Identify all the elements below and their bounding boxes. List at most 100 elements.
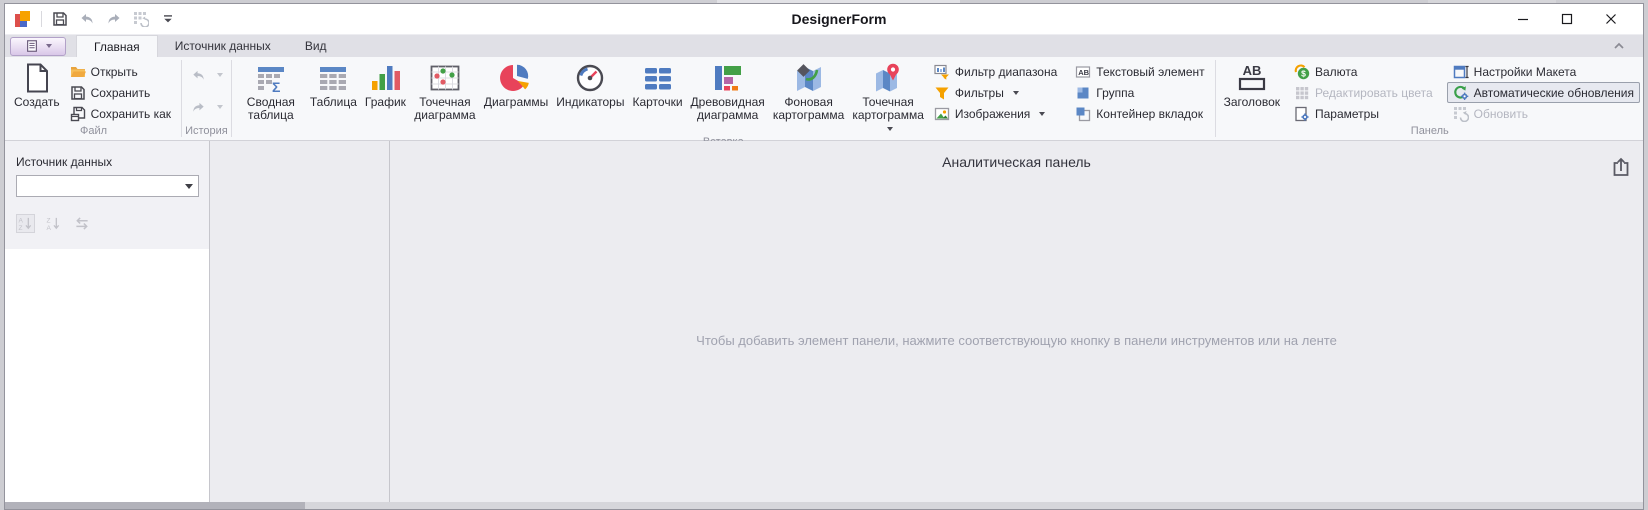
dropdown-arrow-icon bbox=[46, 44, 52, 48]
new-page-icon bbox=[21, 62, 53, 94]
parameters-button[interactable]: Параметры bbox=[1288, 103, 1439, 124]
currency-icon: $ bbox=[1294, 64, 1310, 80]
title-ab-icon: AB bbox=[1236, 62, 1268, 94]
pivot-table-button[interactable]: Σ Сводная таблица bbox=[236, 59, 306, 122]
dropdown-arrow-icon bbox=[217, 105, 223, 109]
ribbon-collapse-button[interactable] bbox=[1609, 38, 1629, 54]
treemap-button[interactable]: Древовидная диаграмма bbox=[687, 59, 769, 122]
document-list-icon bbox=[25, 39, 39, 53]
group-caption-history: История bbox=[183, 124, 230, 140]
scatter-chart-button[interactable]: Точечная диаграмма bbox=[410, 59, 480, 122]
currency-button[interactable]: $ Валюта bbox=[1288, 61, 1439, 82]
undo-icon[interactable] bbox=[78, 10, 96, 28]
title-button[interactable]: AB Заголовок bbox=[1220, 59, 1284, 109]
scatter-chart-icon bbox=[429, 62, 461, 94]
maximize-button[interactable] bbox=[1545, 6, 1589, 32]
geopoint-map-icon bbox=[872, 62, 904, 94]
dropdown-arrow-icon bbox=[1013, 91, 1019, 95]
title-bar: DesignerForm bbox=[5, 4, 1643, 34]
cards-button[interactable]: Карточки bbox=[628, 59, 686, 109]
auto-update-icon bbox=[1453, 85, 1469, 101]
image-icon bbox=[934, 106, 950, 122]
gauge-icon bbox=[574, 62, 606, 94]
undo-button bbox=[190, 64, 223, 86]
images-button[interactable]: Изображения bbox=[928, 103, 1063, 124]
open-button[interactable]: Открыть bbox=[64, 61, 177, 82]
svg-text:Z: Z bbox=[18, 225, 22, 231]
save-as-button[interactable]: Сохранить как bbox=[64, 103, 177, 124]
dashboard-surface[interactable]: Аналитическая панель Чтобы добавить элем… bbox=[390, 141, 1643, 502]
ribbon: Создать Открыть bbox=[5, 57, 1643, 141]
group-caption-dashboard: Панель bbox=[1217, 124, 1643, 140]
refresh-grid-icon bbox=[132, 10, 150, 28]
group-divider bbox=[181, 60, 182, 137]
pie-chart-icon bbox=[500, 62, 532, 94]
svg-text:A: A bbox=[46, 225, 51, 231]
sort-descending-icon: Z A bbox=[44, 214, 63, 233]
cards-icon bbox=[642, 62, 674, 94]
refresh-icon bbox=[1453, 106, 1469, 122]
dashboard-title: Аналитическая панель bbox=[390, 154, 1643, 170]
tab-container-button[interactable]: Контейнер вкладок bbox=[1069, 103, 1210, 124]
layout-settings-button[interactable]: Настройки Макета bbox=[1447, 61, 1640, 82]
data-source-toolbar: A Z Z A bbox=[16, 214, 199, 233]
treemap-icon bbox=[712, 62, 744, 94]
quick-access-toolbar bbox=[5, 10, 177, 28]
parameters-icon bbox=[1294, 106, 1310, 122]
floppy-save-as-icon bbox=[70, 106, 86, 122]
chevron-up-icon bbox=[1613, 42, 1625, 50]
export-button[interactable] bbox=[1610, 156, 1632, 178]
chart-button[interactable]: График bbox=[361, 59, 410, 109]
layout-settings-icon bbox=[1453, 64, 1469, 80]
filters-button[interactable]: Фильтры bbox=[928, 82, 1063, 103]
ribbon-tabs: Главная Источник данных Вид bbox=[76, 35, 344, 57]
pivot-table-icon: Σ bbox=[255, 62, 287, 94]
pies-button[interactable]: Диаграммы bbox=[480, 59, 552, 109]
combobox-dropdown-button[interactable] bbox=[180, 176, 198, 196]
svg-text:Σ: Σ bbox=[272, 79, 280, 94]
create-button[interactable]: Создать bbox=[10, 59, 64, 109]
gauges-button[interactable]: Индикаторы bbox=[552, 59, 628, 109]
save-icon[interactable] bbox=[51, 10, 69, 28]
dropdown-arrow-icon bbox=[185, 184, 193, 189]
window-controls bbox=[1501, 6, 1643, 32]
application-menu-button[interactable] bbox=[10, 37, 66, 56]
svg-text:$: $ bbox=[1301, 68, 1306, 78]
empty-side-strip bbox=[210, 141, 390, 502]
empty-dashboard-hint: Чтобы добавить элемент панели, нажмите с… bbox=[390, 333, 1643, 348]
text-ab-icon: AB bbox=[1075, 64, 1091, 80]
tab-home[interactable]: Главная bbox=[76, 35, 158, 57]
group-button[interactable]: Группа bbox=[1069, 82, 1210, 103]
minimize-button[interactable] bbox=[1501, 6, 1545, 32]
edit-colors-button: Редактировать цвета bbox=[1288, 82, 1439, 103]
data-source-panel: Источник данных A Z bbox=[5, 141, 210, 502]
tab-view[interactable]: Вид bbox=[288, 35, 344, 57]
table-icon bbox=[317, 62, 349, 94]
data-source-panel-header: Источник данных A Z bbox=[5, 141, 209, 249]
text-element-button[interactable]: AB Текстовый элемент bbox=[1069, 61, 1210, 82]
choropleth-map-button[interactable]: Фоновая картограмма bbox=[769, 59, 849, 122]
range-filter-button[interactable]: Фильтр диапазона bbox=[928, 61, 1063, 82]
data-source-combobox[interactable] bbox=[16, 175, 199, 197]
bar-chart-icon bbox=[369, 62, 401, 94]
app-window: DesignerForm Главная Источник данных Ви bbox=[4, 3, 1644, 510]
group-icon bbox=[1075, 85, 1091, 101]
export-icon bbox=[1610, 156, 1632, 178]
dropdown-arrow-icon bbox=[217, 73, 223, 77]
qat-customize-icon[interactable] bbox=[159, 10, 177, 28]
svg-text:AB: AB bbox=[1242, 63, 1261, 78]
table-button[interactable]: Таблица bbox=[306, 59, 361, 109]
automatic-updates-button[interactable]: Автоматические обновления bbox=[1447, 82, 1640, 103]
geopoint-map-button[interactable]: Точечная картограмма bbox=[848, 59, 928, 135]
save-button[interactable]: Сохранить bbox=[64, 82, 177, 103]
redo-icon[interactable] bbox=[105, 10, 123, 28]
redo-arrow-icon bbox=[190, 100, 207, 115]
close-button[interactable] bbox=[1589, 6, 1633, 32]
content-area: Источник данных A Z bbox=[5, 141, 1643, 502]
color-grid-icon bbox=[1294, 85, 1310, 101]
choropleth-map-icon bbox=[793, 62, 825, 94]
field-list[interactable] bbox=[5, 249, 209, 502]
open-folder-icon bbox=[70, 64, 86, 80]
tab-datasource[interactable]: Источник данных bbox=[158, 35, 288, 57]
funnel-icon bbox=[934, 85, 950, 101]
